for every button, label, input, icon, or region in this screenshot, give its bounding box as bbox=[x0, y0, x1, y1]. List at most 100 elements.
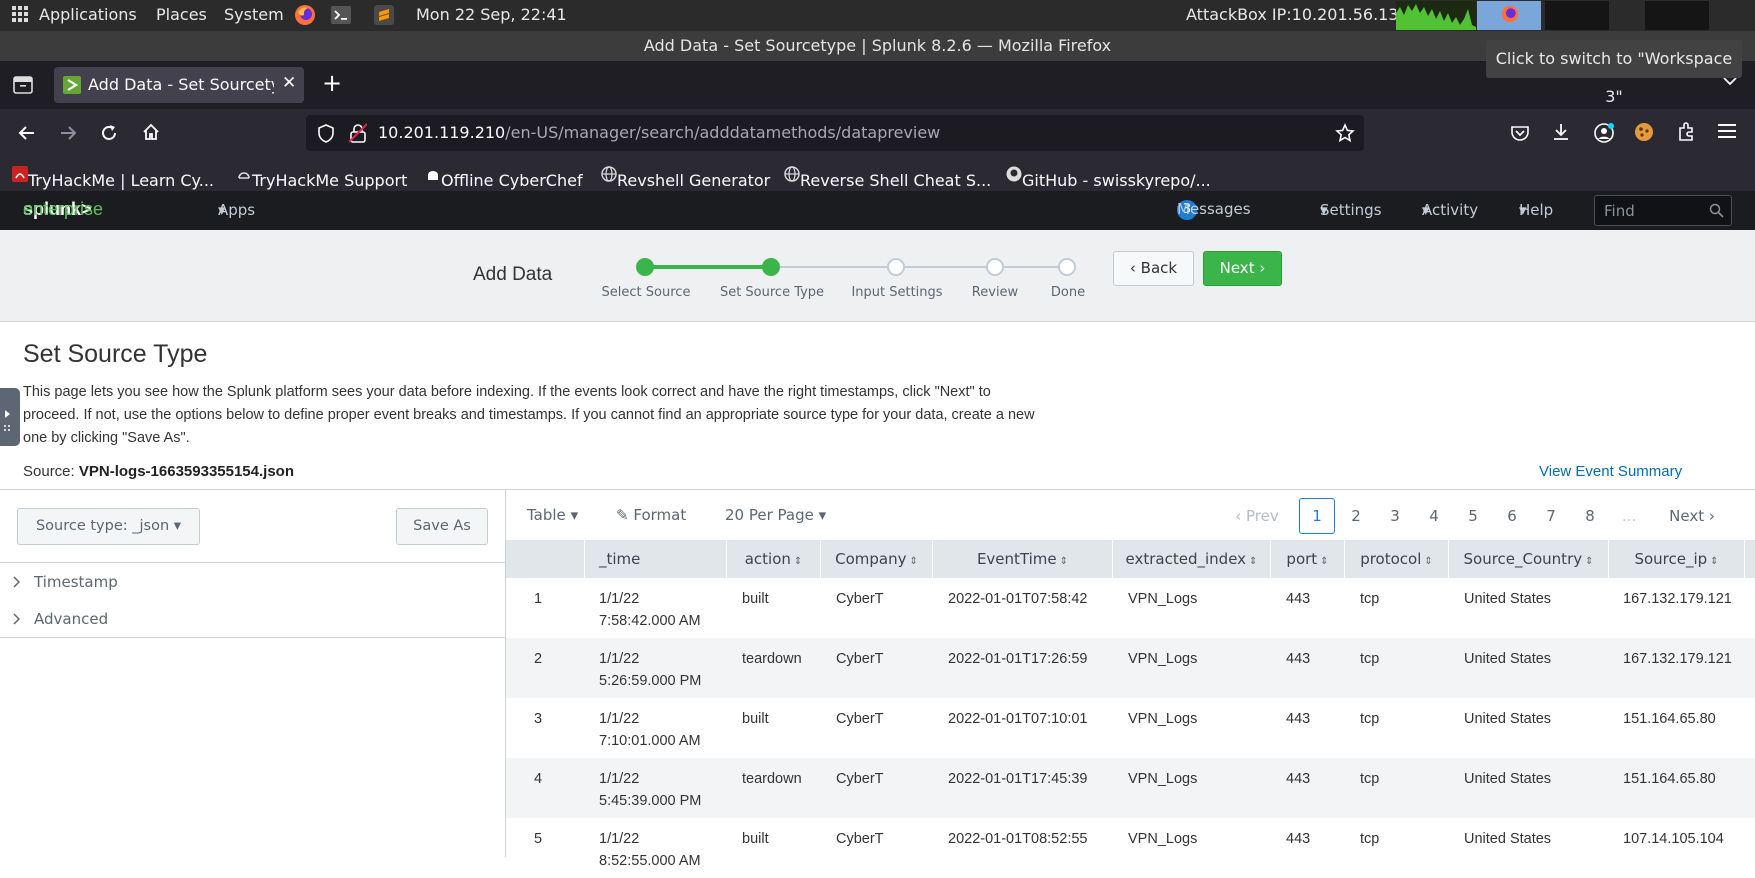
find-input[interactable]: Find bbox=[1594, 195, 1732, 226]
timestamp-section-toggle[interactable]: Timestamp bbox=[12, 570, 492, 600]
bookmark-revshell[interactable]: Revshell Generator bbox=[601, 164, 770, 190]
apps-grid-icon[interactable] bbox=[12, 6, 28, 22]
bookmark-reverse-shell[interactable]: Reverse Shell Cheat S... bbox=[784, 164, 991, 190]
cell-eventtime: 2022-01-01T07:10:01 bbox=[948, 711, 1088, 727]
pocket-icon[interactable] bbox=[1510, 123, 1530, 143]
side-panel-handle[interactable] bbox=[0, 388, 20, 446]
back-button[interactable]: ‹ Back bbox=[1113, 251, 1194, 286]
next-page-link[interactable]: Next › bbox=[1669, 507, 1715, 525]
page-1-current[interactable]: 1 bbox=[1299, 498, 1335, 534]
activity-menu[interactable]: Activity ▾ bbox=[1422, 201, 1478, 219]
bookmark-cyberchef[interactable]: Offline CyberChef bbox=[425, 164, 583, 190]
page-8-link[interactable]: 8 bbox=[1585, 507, 1595, 525]
advanced-section-toggle[interactable]: Advanced bbox=[12, 607, 492, 637]
applications-menu[interactable]: Applications bbox=[39, 5, 137, 24]
chevron-right-icon bbox=[12, 576, 20, 588]
prev-label: Prev bbox=[1246, 507, 1279, 525]
workspace-1[interactable] bbox=[1477, 1, 1541, 30]
cell-action: teardown bbox=[742, 651, 802, 667]
downloads-icon[interactable] bbox=[1551, 122, 1571, 142]
workspace-2[interactable] bbox=[1545, 1, 1609, 30]
tracking-shield-icon[interactable] bbox=[317, 124, 335, 143]
extensions-icon[interactable] bbox=[1676, 122, 1696, 142]
row-number: 3 bbox=[534, 711, 543, 727]
page-2-link[interactable]: 2 bbox=[1351, 507, 1361, 525]
format-button[interactable]: ✎ Format bbox=[616, 506, 686, 524]
bookmark-star-icon[interactable] bbox=[1335, 123, 1355, 143]
help-menu[interactable]: Help ▾ bbox=[1519, 201, 1553, 219]
firefox-view-icon[interactable] bbox=[13, 76, 33, 94]
cell-extracted-index: VPN_Logs bbox=[1128, 771, 1198, 787]
hamburger-menu-icon[interactable] bbox=[1718, 123, 1736, 139]
table-row: 1 1/1/22 7:58:42.000 AM built CyberT 2022… bbox=[506, 578, 1755, 638]
column-header-company[interactable]: Company ⇕ bbox=[821, 540, 933, 578]
page-3-link[interactable]: 3 bbox=[1390, 507, 1400, 525]
forward-arrow-icon[interactable] bbox=[58, 123, 78, 143]
workspace-tooltip: Click to switch to "Workspace 3" bbox=[1486, 40, 1742, 106]
sort-icon: ⇕ bbox=[793, 556, 803, 567]
column-header-protocol[interactable]: protocol ⇕ bbox=[1345, 540, 1449, 578]
messages-menu[interactable]: 3 Messages ▾ bbox=[1177, 200, 1251, 220]
insecure-lock-icon[interactable] bbox=[349, 123, 367, 143]
time-clock: 5:26:59.000 PM bbox=[599, 673, 702, 689]
bookmark-tryhackme[interactable]: TryHackMe | Learn Cy... bbox=[12, 164, 214, 190]
account-icon[interactable] bbox=[1593, 122, 1615, 144]
sort-icon: ⇕ bbox=[1424, 556, 1433, 567]
sort-icon: ⇕ bbox=[909, 556, 918, 567]
save-as-button[interactable]: Save As bbox=[396, 508, 488, 545]
column-header-action[interactable]: action ⇕ bbox=[727, 540, 821, 578]
page-5-link[interactable]: 5 bbox=[1468, 507, 1478, 525]
view-event-summary-link[interactable]: View Event Summary bbox=[1539, 463, 1682, 480]
workspace-3[interactable] bbox=[1645, 1, 1709, 30]
time-clock: 5:45:39.000 PM bbox=[599, 793, 702, 809]
column-header-source-country[interactable]: Source_Country ⇕ bbox=[1449, 540, 1609, 578]
new-tab-icon[interactable]: + bbox=[322, 69, 342, 97]
sort-icon: ⇕ bbox=[1249, 556, 1258, 567]
tab-add-data[interactable]: Add Data - Set Sourcetyp ✕ bbox=[54, 67, 304, 103]
sublime-launcher-icon[interactable] bbox=[374, 5, 394, 25]
terminal-launcher-icon[interactable] bbox=[331, 6, 351, 24]
home-icon[interactable] bbox=[141, 122, 161, 142]
time-clock: 7:10:01.000 AM bbox=[599, 733, 701, 749]
sort-icon: ⇕ bbox=[1585, 556, 1594, 567]
tab-close-icon[interactable]: ✕ bbox=[282, 73, 296, 93]
column-header-time[interactable]: _time bbox=[585, 540, 727, 578]
column-header-source-ip[interactable]: Source_ip ⇕ bbox=[1609, 540, 1745, 578]
extension-cookie-icon[interactable] bbox=[1634, 122, 1654, 142]
per-page-dropdown[interactable]: 20 Per Page ▾ bbox=[725, 506, 826, 524]
cpu-monitor-graph bbox=[1396, 1, 1476, 30]
page-4-link[interactable]: 4 bbox=[1429, 507, 1439, 525]
cell-source-ip: 167.132.179.121 bbox=[1623, 591, 1732, 607]
column-header-extracted-index[interactable]: extracted_index ⇕ bbox=[1113, 540, 1271, 578]
firefox-launcher-icon[interactable] bbox=[294, 4, 316, 26]
apps-menu[interactable]: Apps ▾ bbox=[218, 201, 255, 219]
table-view-dropdown[interactable]: Table ▾ bbox=[527, 506, 578, 524]
system-menu[interactable]: System bbox=[224, 5, 284, 24]
next-button[interactable]: Next › bbox=[1203, 251, 1282, 286]
page-7-link[interactable]: 7 bbox=[1546, 507, 1556, 525]
url-bar[interactable]: 10.201.119.210/en-US/manager/search/addd… bbox=[306, 115, 1364, 151]
cell-port: 443 bbox=[1286, 711, 1311, 727]
source-type-dropdown[interactable]: Source type: _json ▾ bbox=[17, 508, 200, 545]
settings-menu[interactable]: Settings ▾ bbox=[1320, 201, 1382, 219]
chevron-right-icon bbox=[12, 613, 20, 625]
places-menu[interactable]: Places bbox=[156, 5, 207, 24]
back-arrow-icon[interactable] bbox=[17, 123, 37, 143]
column-header-port[interactable]: port ⇕ bbox=[1271, 540, 1345, 578]
sort-icon: ⇕ bbox=[1059, 556, 1069, 567]
step-dot-input-settings bbox=[887, 258, 905, 276]
cell-port: 443 bbox=[1286, 831, 1311, 847]
clock[interactable]: Mon 22 Sep, 22:41 bbox=[416, 5, 567, 24]
bookmark-tryhackme-support[interactable]: TryHackMe Support bbox=[236, 164, 407, 190]
search-icon[interactable] bbox=[1709, 203, 1724, 218]
cell-extracted-index: VPN_Logs bbox=[1128, 591, 1198, 607]
column-header-eventtime[interactable]: EventTime ⇕ bbox=[933, 540, 1113, 578]
cell-time: 1/1/22 8:52:55.000 AM bbox=[599, 828, 701, 872]
bookmark-label: TryHackMe | Learn Cy... bbox=[28, 171, 214, 190]
page-6-link[interactable]: 6 bbox=[1507, 507, 1517, 525]
cell-source-ip: 107.14.105.104 bbox=[1623, 831, 1724, 847]
bookmark-github[interactable]: GitHub - swisskyrepo/... bbox=[1006, 164, 1211, 190]
reload-icon[interactable] bbox=[99, 123, 119, 143]
cell-protocol: tcp bbox=[1360, 651, 1380, 667]
prev-page-link[interactable]: ‹ Prev bbox=[1235, 507, 1279, 525]
